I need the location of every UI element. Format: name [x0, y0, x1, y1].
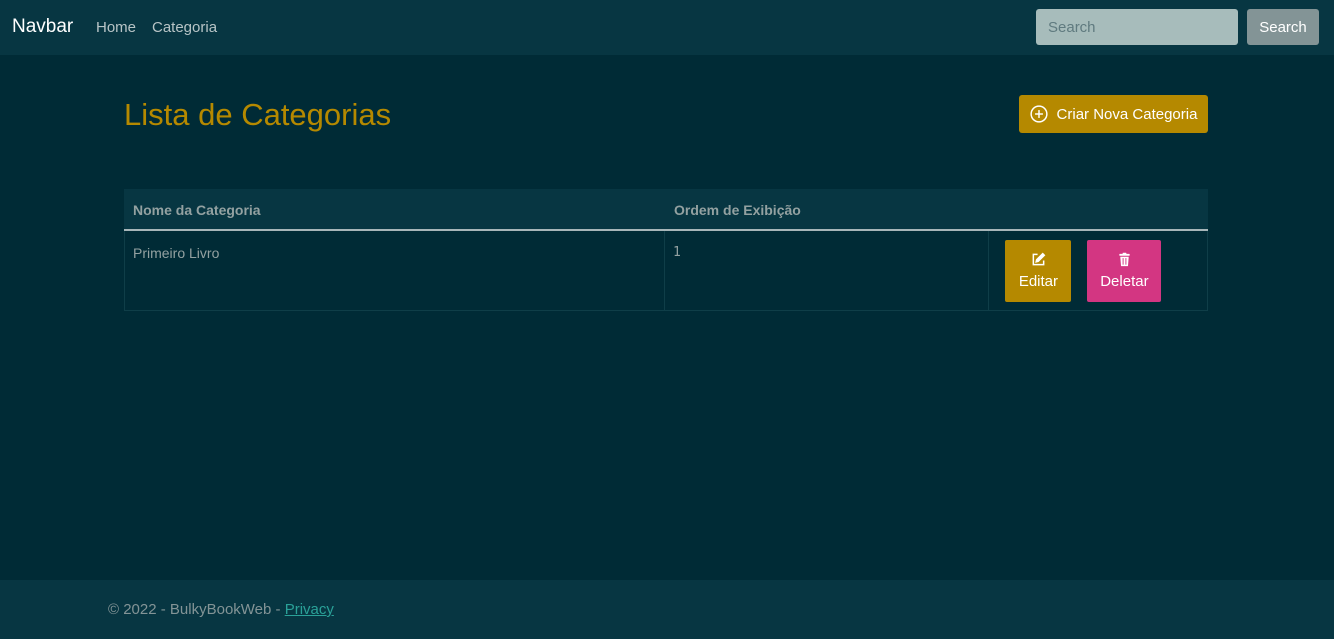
- create-category-button[interactable]: Criar Nova Categoria: [1019, 95, 1208, 133]
- categories-table: Nome da Categoria Ordem de Exibição Prim…: [124, 189, 1208, 311]
- edit-icon: [1031, 252, 1046, 267]
- column-header-name: Nome da Categoria: [133, 202, 261, 218]
- table-row: Primeiro Livro 1 Editar Deletar: [124, 231, 1208, 311]
- cell-actions: Editar Deletar: [989, 231, 1207, 310]
- nav-link-home[interactable]: Home: [96, 18, 136, 38]
- edit-button[interactable]: Editar: [1005, 240, 1072, 302]
- column-header-actions: [990, 189, 1208, 229]
- search-input[interactable]: [1036, 9, 1238, 45]
- cell-category-name: Primeiro Livro: [125, 231, 665, 310]
- edit-label: Editar: [1018, 273, 1058, 290]
- nav-link-categoria[interactable]: Categoria: [152, 18, 217, 38]
- column-header-order: Ordem de Exibição: [674, 202, 801, 218]
- footer-copyright: © 2022 - BulkyBookWeb -: [108, 601, 285, 618]
- privacy-link[interactable]: Privacy: [285, 601, 334, 618]
- top-navbar: Navbar Home Categoria Search: [0, 0, 1334, 55]
- footer-text: © 2022 - BulkyBookWeb - Privacy: [108, 601, 334, 619]
- create-category-label: Criar Nova Categoria: [1056, 105, 1198, 123]
- navbar-brand[interactable]: Navbar: [12, 15, 73, 39]
- search-button[interactable]: Search: [1247, 9, 1319, 45]
- delete-button[interactable]: Deletar: [1087, 240, 1162, 302]
- plus-circle-icon: [1029, 105, 1048, 123]
- delete-label: Deletar: [1100, 273, 1149, 290]
- trash-icon: [1117, 252, 1132, 267]
- page-footer: © 2022 - BulkyBookWeb - Privacy: [0, 580, 1334, 639]
- cell-display-order: 1: [665, 231, 990, 310]
- page-title: Lista de Categorias: [124, 97, 392, 132]
- table-header: Nome da Categoria Ordem de Exibição: [124, 189, 1208, 231]
